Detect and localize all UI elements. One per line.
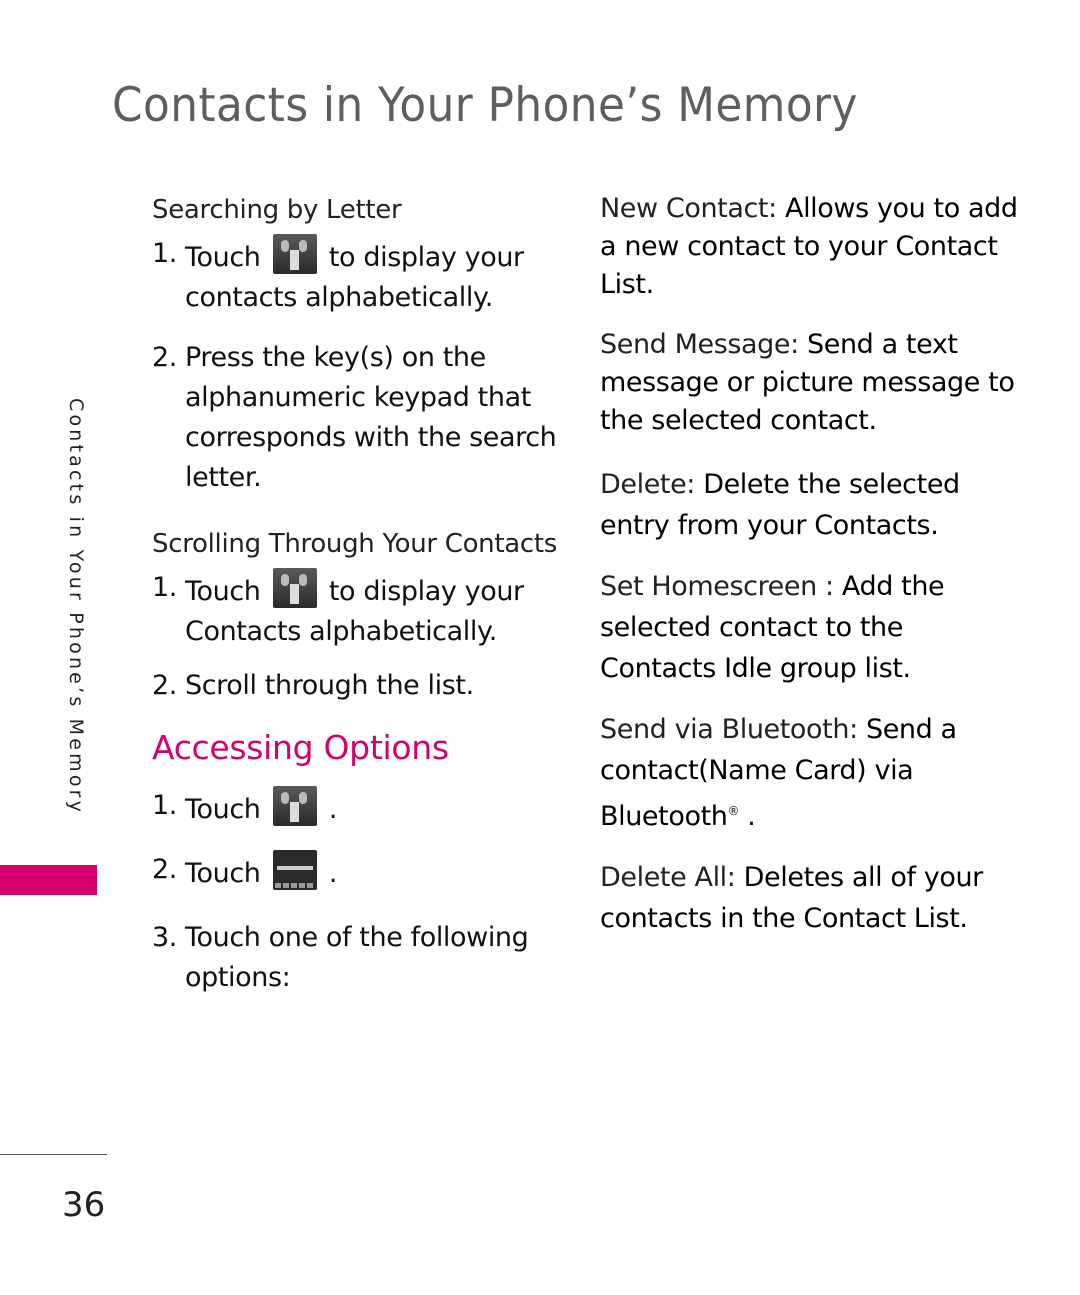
option-label: Delete: — [600, 469, 696, 500]
option-label: Send via Bluetooth: — [600, 714, 858, 745]
step-number: 3. — [152, 922, 177, 953]
option-delete: Delete: Delete the selected entry from y… — [600, 464, 1020, 546]
footer-rule — [0, 1154, 107, 1155]
option-label: Send Message: — [600, 329, 799, 360]
step-item: 1. Touch . — [152, 786, 572, 830]
option-send-message: Send Message: Send a text message or pic… — [600, 326, 1020, 440]
option-new-contact: New Contact: Allows you to add a new con… — [600, 190, 1020, 304]
step-number: 1. — [152, 790, 177, 821]
left-column: Searching by Letter 1. Touch to display … — [152, 190, 572, 1018]
step-item: 2. Touch . — [152, 850, 572, 894]
option-end: . — [739, 801, 756, 832]
step-text: Scroll through the list. — [185, 670, 474, 701]
contacts-icon — [272, 568, 317, 608]
step-text: Touch — [185, 242, 261, 273]
subheading-scrolling: Scrolling Through Your Contacts — [152, 529, 558, 559]
contacts-icon — [272, 786, 317, 826]
option-label: Delete All: — [600, 862, 736, 893]
step-item: 3. Touch one of the following options: — [152, 918, 572, 998]
step-number: 2. — [152, 670, 177, 701]
contacts-icon — [272, 234, 317, 274]
step-text: Touch — [185, 794, 261, 825]
step-text: Touch — [185, 576, 261, 607]
step-text: Press the key(s) on the alphanumeric key… — [185, 342, 557, 493]
step-text: . — [328, 794, 338, 825]
side-section-label: Contacts in Your Phone’s Memory — [65, 398, 87, 816]
step-item: 1. Touch to display your Contacts alphab… — [152, 568, 572, 652]
step-text: Touch — [185, 858, 261, 889]
step-number: 2. — [152, 342, 177, 373]
option-delete-all: Delete All: Deletes all of your contacts… — [600, 857, 1020, 939]
option-send-via-bluetooth: Send via Bluetooth: Send a contact(Name … — [600, 709, 1020, 837]
step-text: Touch one of the following options: — [185, 922, 529, 993]
section-heading-accessing-options: Accessing Options — [152, 728, 449, 767]
step-item: 2. Press the key(s) on the alphanumeric … — [152, 338, 572, 498]
step-number: 2. — [152, 854, 177, 885]
page-number: 36 — [62, 1185, 106, 1225]
right-column: New Contact: Allows you to add a new con… — [600, 190, 1020, 959]
page-title: Contacts in Your Phone’s Memory — [112, 78, 858, 133]
option-label: New Contact: — [600, 193, 777, 224]
step-text: . — [328, 858, 338, 889]
section-tab-marker — [0, 865, 97, 895]
step-number: 1. — [152, 572, 177, 603]
option-set-homescreen: Set Homescreen : Add the selected contac… — [600, 566, 1020, 689]
option-label: Set Homescreen : — [600, 571, 834, 602]
step-number: 1. — [152, 238, 177, 269]
subheading-searching: Searching by Letter — [152, 195, 402, 225]
registered-mark: ® — [727, 804, 740, 818]
step-item: 1. Touch to display your contacts alphab… — [152, 234, 572, 318]
step-item: 2. Scroll through the list. — [152, 666, 572, 706]
options-menu-icon — [272, 850, 317, 890]
